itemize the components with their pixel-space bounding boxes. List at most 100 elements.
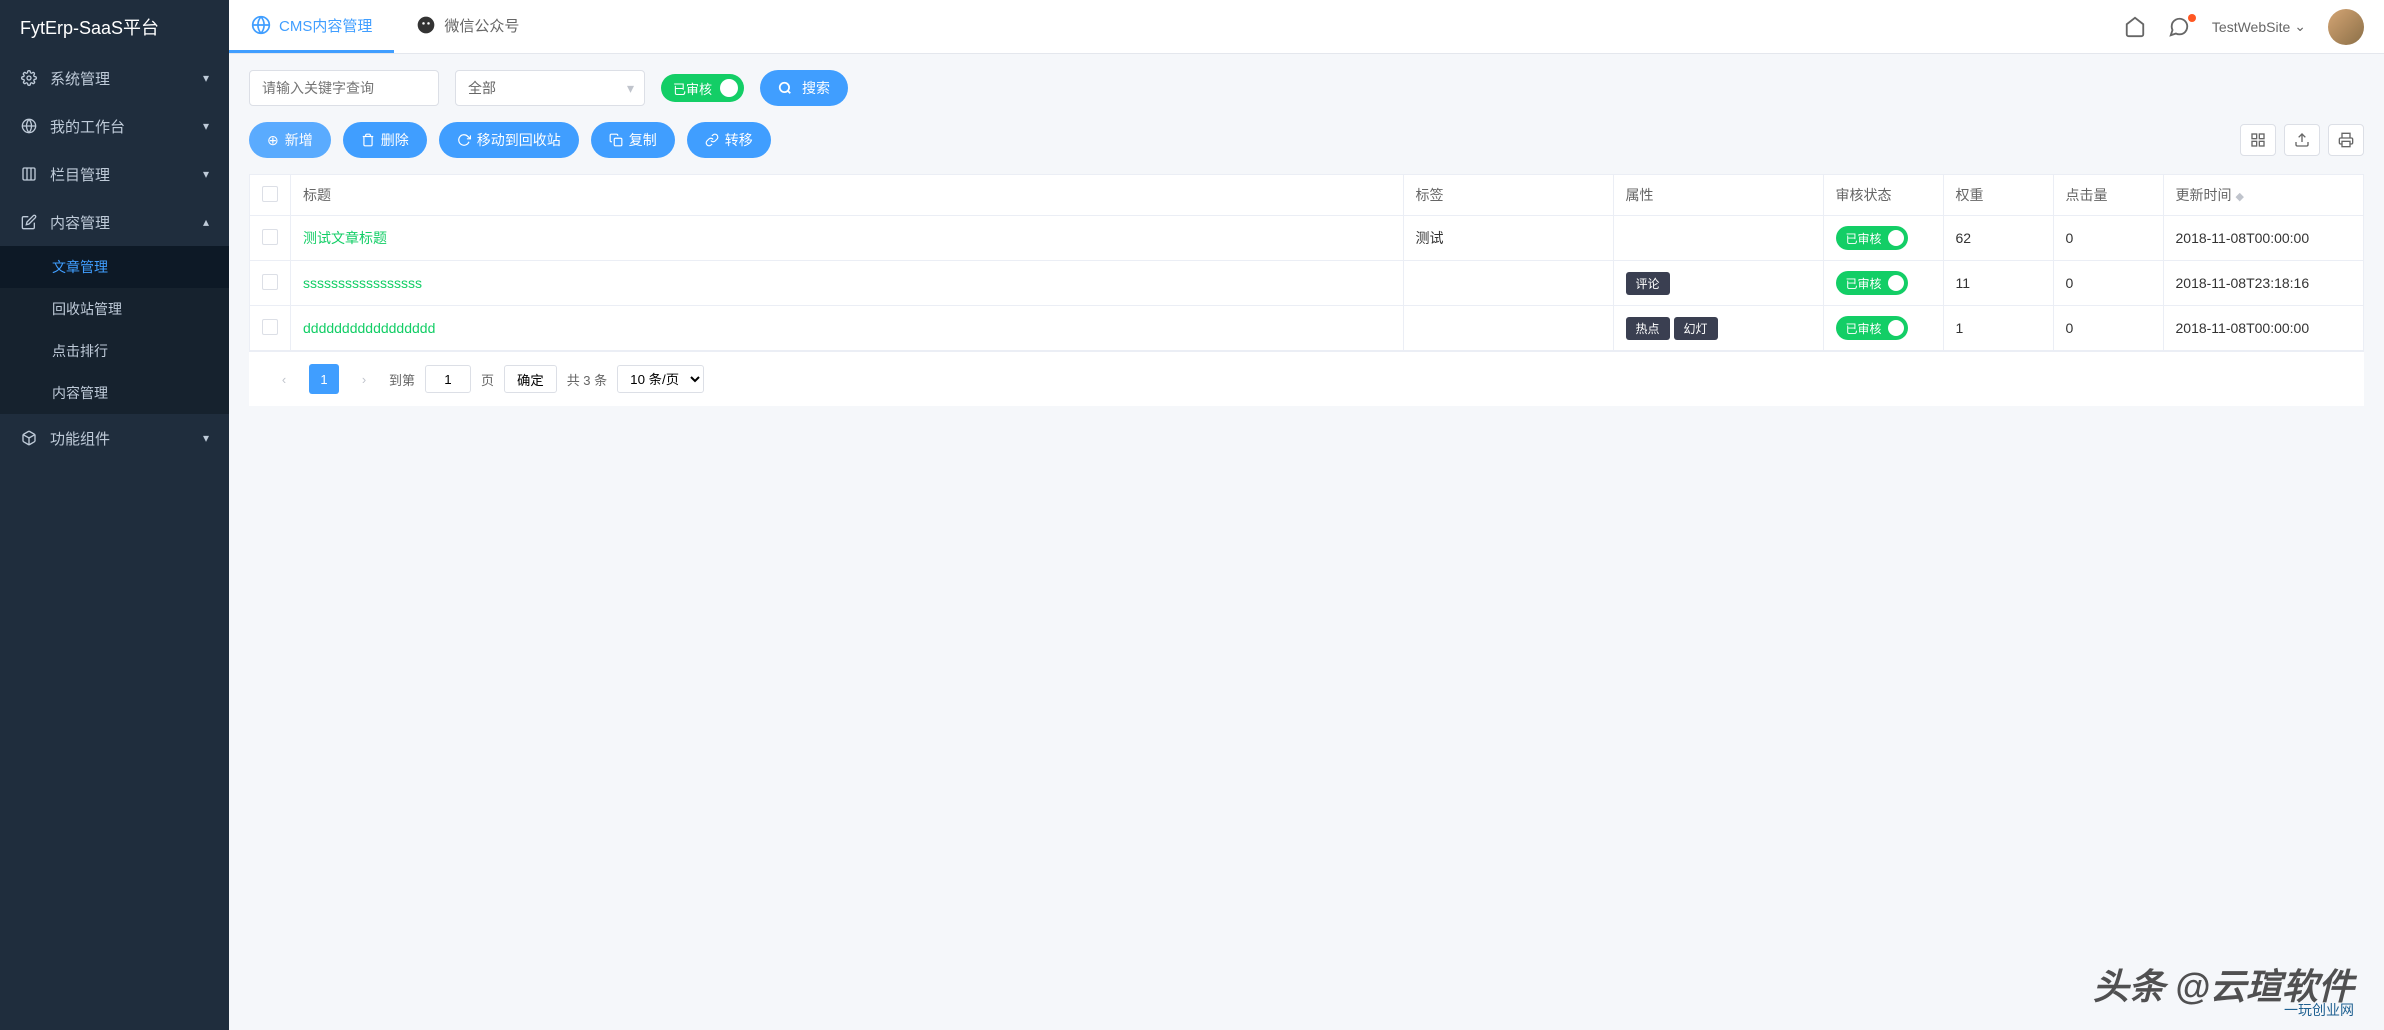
- col-updated[interactable]: 更新时间◆: [2163, 175, 2363, 216]
- plus-icon: ⊕: [267, 132, 279, 149]
- col-status: 审核状态: [1823, 175, 1943, 216]
- sidebar-item-system[interactable]: 系统管理 ▾: [0, 54, 229, 102]
- switch-knob: [720, 79, 738, 97]
- page-unit-label: 页: [481, 370, 494, 389]
- sidebar-item-label: 功能组件: [50, 428, 203, 449]
- attr-tag: 评论: [1626, 272, 1670, 295]
- recycle-button[interactable]: 移动到回收站: [439, 122, 579, 158]
- main-area: CMS内容管理 微信公众号 TestWebSite ⌄: [229, 0, 2384, 1030]
- row-weight: 11: [1943, 261, 2053, 306]
- sidebar-sub-article[interactable]: 文章管理: [0, 246, 229, 288]
- sidebar-item-columns[interactable]: 栏目管理 ▾: [0, 150, 229, 198]
- sidebar-sub-recycle[interactable]: 回收站管理: [0, 288, 229, 330]
- data-table: 标题 标签 属性 审核状态 权重 点击量 更新时间◆ 测试文章标题 测试 已审核…: [249, 174, 2364, 352]
- row-attrs: 热点幻灯: [1613, 306, 1823, 351]
- brand-title: FytErp-SaaS平台: [0, 0, 229, 54]
- row-tag: 测试: [1403, 216, 1613, 261]
- cube-icon: [20, 429, 38, 447]
- site-name-label: TestWebSite: [2212, 19, 2290, 35]
- page-number-button[interactable]: 1: [309, 364, 339, 394]
- action-bar: ⊕ 新增 删除 移动到回收站 复制 转移: [229, 122, 2384, 174]
- category-select[interactable]: 全部: [455, 70, 645, 106]
- page-input[interactable]: [425, 365, 471, 393]
- row-weight: 62: [1943, 216, 2053, 261]
- table-row: ddddddddddddddddd 热点幻灯 已审核 1 0 2018-11-0…: [250, 306, 2363, 351]
- row-tag: [1403, 306, 1613, 351]
- export-button[interactable]: [2284, 124, 2320, 156]
- row-updated: 2018-11-08T00:00:00: [2163, 306, 2363, 351]
- wechat-icon: [416, 15, 436, 35]
- chevron-down-icon: ▾: [203, 119, 209, 133]
- chevron-down-icon: ▾: [203, 167, 209, 181]
- total-label: 共 3 条: [567, 370, 607, 389]
- row-title-link[interactable]: ddddddddddddddddd: [303, 320, 435, 336]
- prev-page-button[interactable]: ‹: [269, 364, 299, 394]
- goto-confirm-button[interactable]: 确定: [504, 365, 557, 393]
- sidebar-item-workspace[interactable]: 我的工作台 ▾: [0, 102, 229, 150]
- status-switch[interactable]: 已审核: [1836, 271, 1908, 295]
- tab-wechat[interactable]: 微信公众号: [394, 0, 541, 53]
- status-switch[interactable]: 已审核: [1836, 316, 1908, 340]
- delete-button[interactable]: 删除: [343, 122, 427, 158]
- status-switch[interactable]: 已审核: [1836, 226, 1908, 250]
- btn-label: 移动到回收站: [477, 130, 561, 150]
- table-row: 测试文章标题 测试 已审核 62 0 2018-11-08T00:00:00: [250, 216, 2363, 261]
- add-button[interactable]: ⊕ 新增: [249, 122, 331, 158]
- row-title-link[interactable]: 测试文章标题: [303, 230, 387, 246]
- search-button[interactable]: 搜索: [760, 70, 848, 106]
- sort-icon: ◆: [2236, 191, 2244, 203]
- btn-label: 转移: [725, 130, 753, 150]
- grid-button[interactable]: [2240, 124, 2276, 156]
- audit-switch[interactable]: 已审核: [661, 74, 744, 102]
- pagination: ‹ 1 › 到第 页 确定 共 3 条 10 条/页: [249, 352, 2364, 406]
- move-button[interactable]: 转移: [687, 122, 771, 158]
- attr-tag: 热点: [1626, 317, 1670, 340]
- row-weight: 1: [1943, 306, 2053, 351]
- message-icon[interactable]: [2168, 16, 2190, 38]
- site-selector[interactable]: TestWebSite ⌄: [2212, 18, 2306, 35]
- row-attrs: [1613, 216, 1823, 261]
- row-title-link[interactable]: sssssssssssssssss: [303, 275, 422, 291]
- sidebar: FytErp-SaaS平台 系统管理 ▾ 我的工作台 ▾ 栏目管理 ▾ 内容管理…: [0, 0, 229, 1030]
- row-checkbox[interactable]: [262, 229, 278, 245]
- row-checkbox[interactable]: [262, 319, 278, 335]
- sidebar-item-content[interactable]: 内容管理 ▴: [0, 198, 229, 246]
- table-header-row: 标题 标签 属性 审核状态 权重 点击量 更新时间◆: [250, 175, 2363, 216]
- copy-button[interactable]: 复制: [591, 122, 675, 158]
- home-icon[interactable]: [2124, 16, 2146, 38]
- tab-label: CMS内容管理: [279, 15, 372, 36]
- attr-tag: 幻灯: [1674, 317, 1718, 340]
- select-all-checkbox[interactable]: [262, 186, 278, 202]
- row-checkbox[interactable]: [262, 274, 278, 290]
- link-icon: [705, 133, 719, 147]
- trash-icon: [361, 133, 375, 147]
- search-btn-label: 搜索: [802, 78, 830, 98]
- sidebar-sub-clicks[interactable]: 点击排行: [0, 330, 229, 372]
- col-tag: 标签: [1403, 175, 1613, 216]
- columns-icon: [20, 165, 38, 183]
- per-page-select[interactable]: 10 条/页: [617, 365, 704, 393]
- sidebar-item-components[interactable]: 功能组件 ▾: [0, 414, 229, 462]
- col-weight: 权重: [1943, 175, 2053, 216]
- globe-icon: [251, 15, 271, 35]
- notification-dot: [2188, 14, 2196, 22]
- search-toolbar: 全部 已审核 搜索: [229, 54, 2384, 122]
- row-updated: 2018-11-08T23:18:16: [2163, 261, 2363, 306]
- topbar-right: TestWebSite ⌄: [2124, 9, 2364, 45]
- sidebar-sub-content[interactable]: 内容管理: [0, 372, 229, 414]
- tab-label: 微信公众号: [444, 15, 519, 36]
- sidebar-submenu-content: 文章管理 回收站管理 点击排行 内容管理: [0, 246, 229, 414]
- search-input[interactable]: [249, 70, 439, 106]
- next-page-button[interactable]: ›: [349, 364, 379, 394]
- btn-label: 复制: [629, 130, 657, 150]
- globe-icon: [20, 117, 38, 135]
- sidebar-item-label: 内容管理: [50, 212, 203, 233]
- col-clicks: 点击量: [2053, 175, 2163, 216]
- print-button[interactable]: [2328, 124, 2364, 156]
- tab-cms[interactable]: CMS内容管理: [229, 0, 394, 53]
- row-clicks: 0: [2053, 216, 2163, 261]
- avatar[interactable]: [2328, 9, 2364, 45]
- chevron-up-icon: ▴: [203, 215, 209, 229]
- goto-label: 到第: [389, 370, 415, 389]
- action-right: [2240, 124, 2364, 156]
